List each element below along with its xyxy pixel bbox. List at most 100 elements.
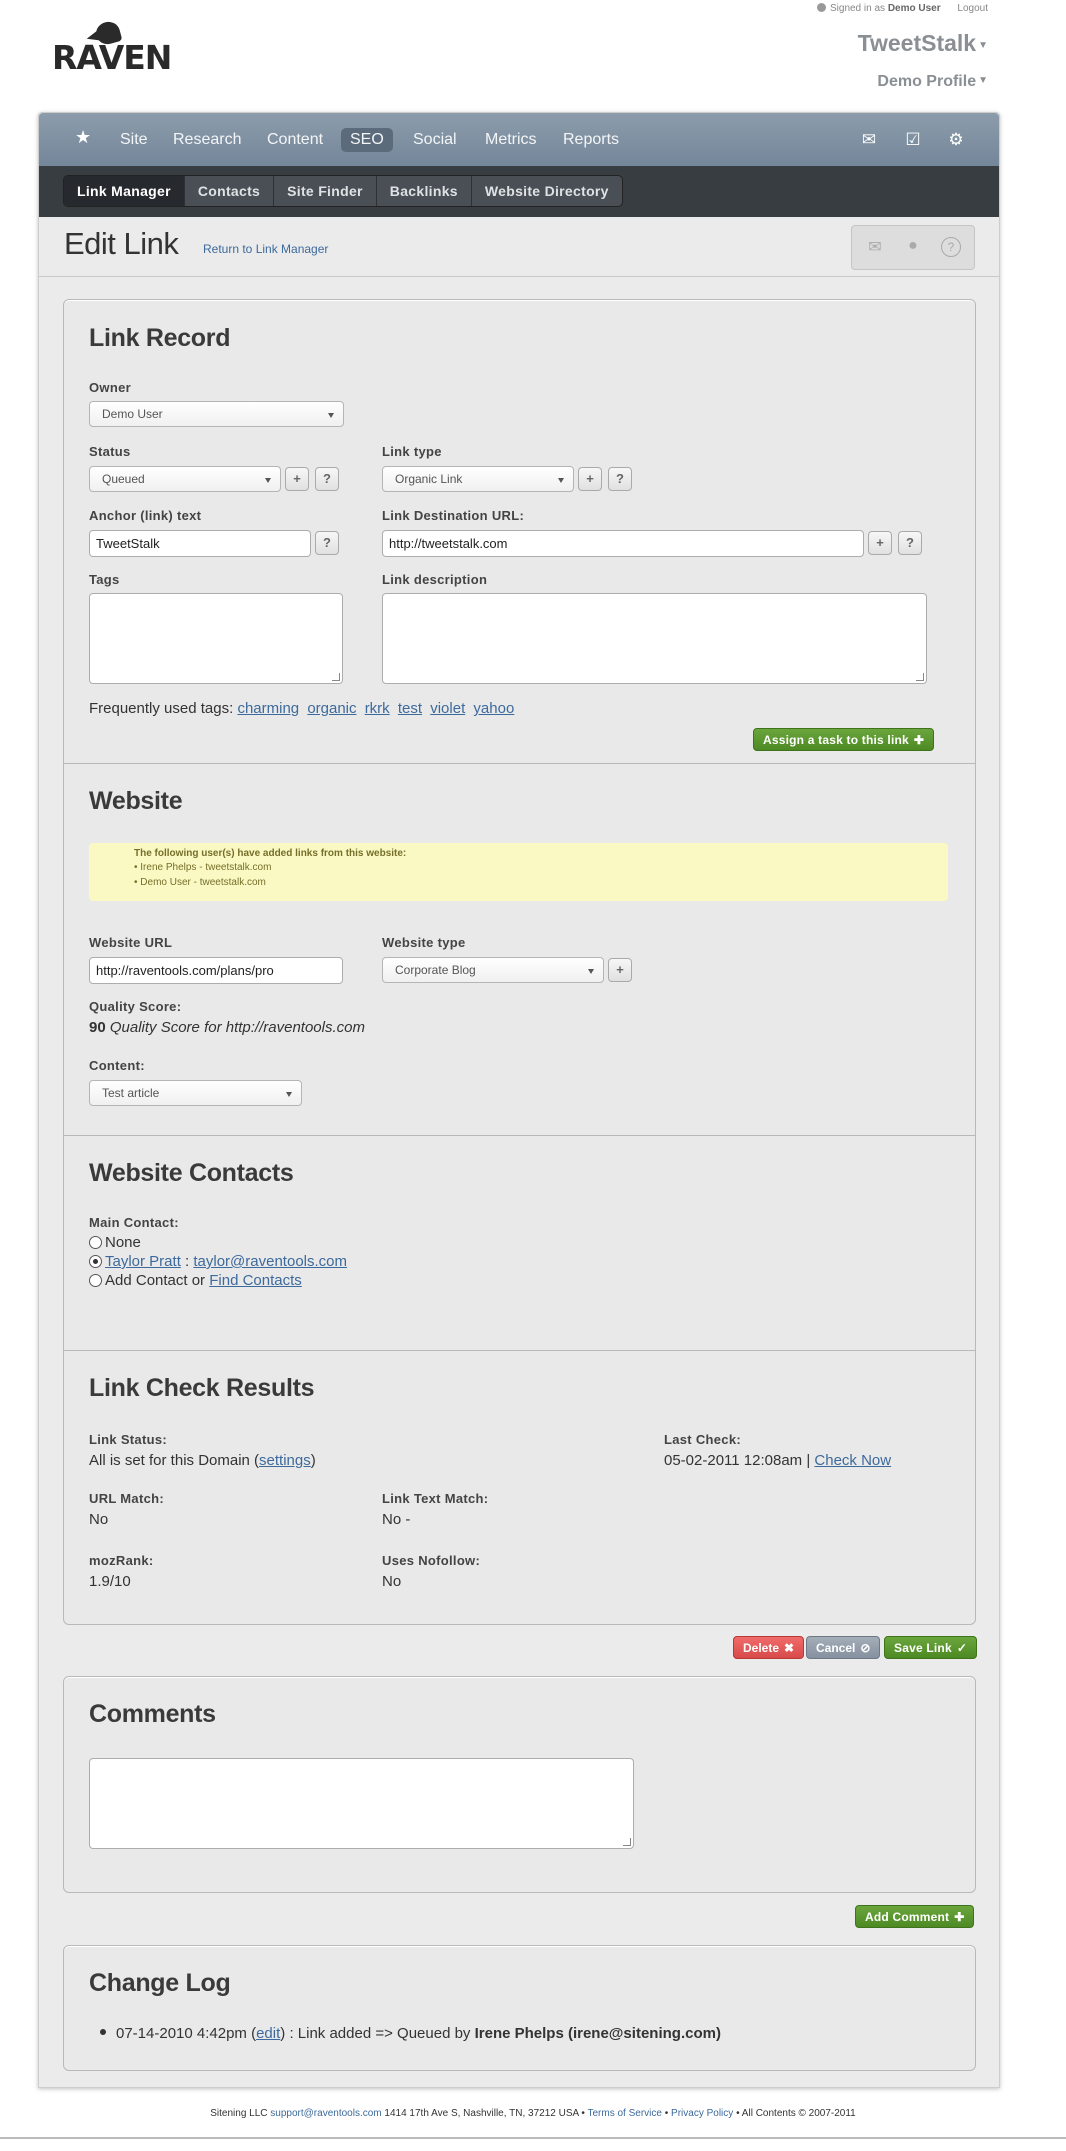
nav-seo[interactable]: SEO xyxy=(341,128,393,152)
radio-button[interactable] xyxy=(89,1236,102,1249)
link-destination-input[interactable]: http://tweetstalk.com xyxy=(382,530,864,557)
website-contacts-heading: Website Contacts xyxy=(89,1159,294,1187)
nav-social[interactable]: Social xyxy=(404,128,466,152)
website-url-input[interactable]: http://raventools.com/plans/pro xyxy=(89,957,343,984)
tab-backlinks[interactable]: Backlinks xyxy=(377,176,472,206)
tab-link-manager[interactable]: Link Manager xyxy=(64,176,185,206)
settings-link[interactable]: settings xyxy=(259,1452,311,1469)
check-now-link[interactable]: Check Now xyxy=(814,1452,891,1469)
footer-support-email[interactable]: support@raventools.com xyxy=(270,2108,381,2119)
profile-selector[interactable]: Demo Profile ▼ xyxy=(877,73,988,91)
delete-button[interactable]: Delete ✖ xyxy=(733,1636,805,1659)
footer-terms-link[interactable]: Terms of Service xyxy=(588,2108,662,2119)
website-section: Website The following user(s) have added… xyxy=(64,763,975,1135)
chevron-down-icon xyxy=(558,478,564,483)
assign-task-button[interactable]: Assign a task to this link ✚ xyxy=(753,728,935,751)
tasks-check-icon[interactable]: ☑ xyxy=(903,130,923,149)
tab-website-directory[interactable]: Website Directory xyxy=(472,176,622,206)
change-log-entry: 07-14-2010 4:42pm (edit) : Link added =>… xyxy=(100,2025,721,2042)
radio-button-selected[interactable] xyxy=(89,1255,102,1268)
save-label: Save Link xyxy=(894,1641,952,1655)
delete-label: Delete xyxy=(743,1641,780,1655)
add-link-type-button[interactable]: + xyxy=(578,467,602,491)
favorites-star-icon[interactable]: ★ xyxy=(75,127,91,148)
status-help-button[interactable]: ? xyxy=(315,467,339,491)
entry-user: Irene Phelps (irene@sitening.com) xyxy=(474,2025,721,2042)
owner-value: Demo User xyxy=(102,407,163,421)
add-status-button[interactable]: + xyxy=(285,467,309,491)
tab-site-finder[interactable]: Site Finder xyxy=(274,176,377,206)
nav-site[interactable]: Site xyxy=(111,128,157,152)
tag-link[interactable]: rkrk xyxy=(365,700,390,717)
help-icon[interactable]: ? xyxy=(941,237,961,257)
save-link-button[interactable]: Save Link ✓ xyxy=(884,1636,978,1659)
content-select[interactable]: Test article xyxy=(89,1080,302,1106)
mail-icon[interactable]: ✉ xyxy=(859,130,879,149)
contact-name-link[interactable]: Taylor Pratt xyxy=(105,1253,181,1270)
tag-link[interactable]: violet xyxy=(430,700,465,717)
main-container: ★ Site Research Content SEO Social Metri… xyxy=(38,112,1000,2088)
website-type-select[interactable]: Corporate Blog xyxy=(382,957,604,983)
add-comment-button[interactable]: Add Comment ✚ xyxy=(855,1905,975,1928)
footer-privacy-link[interactable]: Privacy Policy xyxy=(671,2108,733,2119)
raven-logo[interactable]: RAVEN xyxy=(52,19,172,92)
link-form-panel: Link Record Owner Demo User Status Queue… xyxy=(63,299,976,1625)
radio-button[interactable] xyxy=(89,1274,102,1287)
destination-help-button[interactable]: ? xyxy=(898,531,922,555)
nav-metrics[interactable]: Metrics xyxy=(476,128,546,152)
footer-address: 1414 17th Ave S, Nashville, TN, 37212 US… xyxy=(384,2108,585,2119)
cancel-button[interactable]: Cancel ⊘ xyxy=(806,1636,881,1659)
link-check-heading: Link Check Results xyxy=(89,1374,315,1402)
comment-icon[interactable]: ● xyxy=(903,237,923,257)
link-type-help-button[interactable]: ? xyxy=(608,467,632,491)
inbox-icon[interactable]: ✉ xyxy=(865,237,885,257)
tag-link[interactable]: yahoo xyxy=(473,700,514,717)
main-contact-label: Main Contact: xyxy=(89,1215,179,1230)
page-tools: ✉ ● ? xyxy=(851,225,975,270)
contact-option-none[interactable]: None xyxy=(89,1234,141,1251)
caret-down-icon: ▼ xyxy=(978,40,988,51)
status-select[interactable]: Queued xyxy=(89,466,281,492)
anchor-text-input[interactable]: TweetStalk xyxy=(89,530,311,557)
logout-link[interactable]: Logout xyxy=(957,3,988,14)
last-check-date: 05-02-2011 12:08am | xyxy=(664,1452,811,1469)
website-contacts-section: Website Contacts Main Contact: None Tayl… xyxy=(64,1135,975,1350)
profile-name: Demo Profile xyxy=(877,73,977,90)
website-type-label: Website type xyxy=(382,935,466,950)
url-match-label: URL Match: xyxy=(89,1491,164,1506)
nav-content[interactable]: Content xyxy=(258,128,332,152)
contact-option-taylor[interactable]: Taylor Pratt : taylor@raventools.com xyxy=(89,1253,347,1270)
footer-divider xyxy=(0,2137,1066,2139)
tab-contacts[interactable]: Contacts xyxy=(185,176,275,206)
return-to-link-manager-link[interactable]: Return to Link Manager xyxy=(203,242,328,256)
tag-link[interactable]: organic xyxy=(307,700,356,717)
nav-reports[interactable]: Reports xyxy=(554,128,628,152)
nofollow-label: Uses Nofollow: xyxy=(382,1553,481,1568)
tag-link[interactable]: charming xyxy=(237,700,299,717)
find-contacts-link[interactable]: Find Contacts xyxy=(209,1272,302,1289)
comment-textarea[interactable] xyxy=(89,1758,634,1849)
website-url-label: Website URL xyxy=(89,935,173,950)
nav-research[interactable]: Research xyxy=(164,128,250,152)
tags-textarea[interactable] xyxy=(89,593,343,684)
project-selector[interactable]: TweetStalk ▼ xyxy=(858,30,988,57)
entry-date: 07-14-2010 4:42pm ( xyxy=(116,2025,257,2042)
gear-icon[interactable]: ⚙ xyxy=(946,130,966,149)
link-description-textarea[interactable] xyxy=(382,593,927,684)
edit-entry-link[interactable]: edit xyxy=(256,2025,280,2042)
contact-email-link[interactable]: taylor@raventools.com xyxy=(193,1253,347,1270)
chevron-down-icon xyxy=(286,1092,292,1097)
comments-panel: Comments xyxy=(63,1676,976,1893)
contact-option-add[interactable]: Add Contact or Find Contacts xyxy=(89,1272,302,1289)
owner-select[interactable]: Demo User xyxy=(89,401,344,427)
tag-link[interactable]: test xyxy=(398,700,422,717)
contact-none-label: None xyxy=(105,1234,141,1251)
anchor-help-button[interactable]: ? xyxy=(315,531,339,555)
link-check-section: Link Check Results Link Status: All is s… xyxy=(64,1350,975,1625)
add-website-type-button[interactable]: + xyxy=(608,958,632,982)
nofollow-value: No xyxy=(382,1573,402,1590)
link-type-select[interactable]: Organic Link xyxy=(382,466,574,492)
add-destination-button[interactable]: + xyxy=(868,531,892,555)
link-record-heading: Link Record xyxy=(89,324,231,352)
link-description-label: Link description xyxy=(382,572,488,587)
